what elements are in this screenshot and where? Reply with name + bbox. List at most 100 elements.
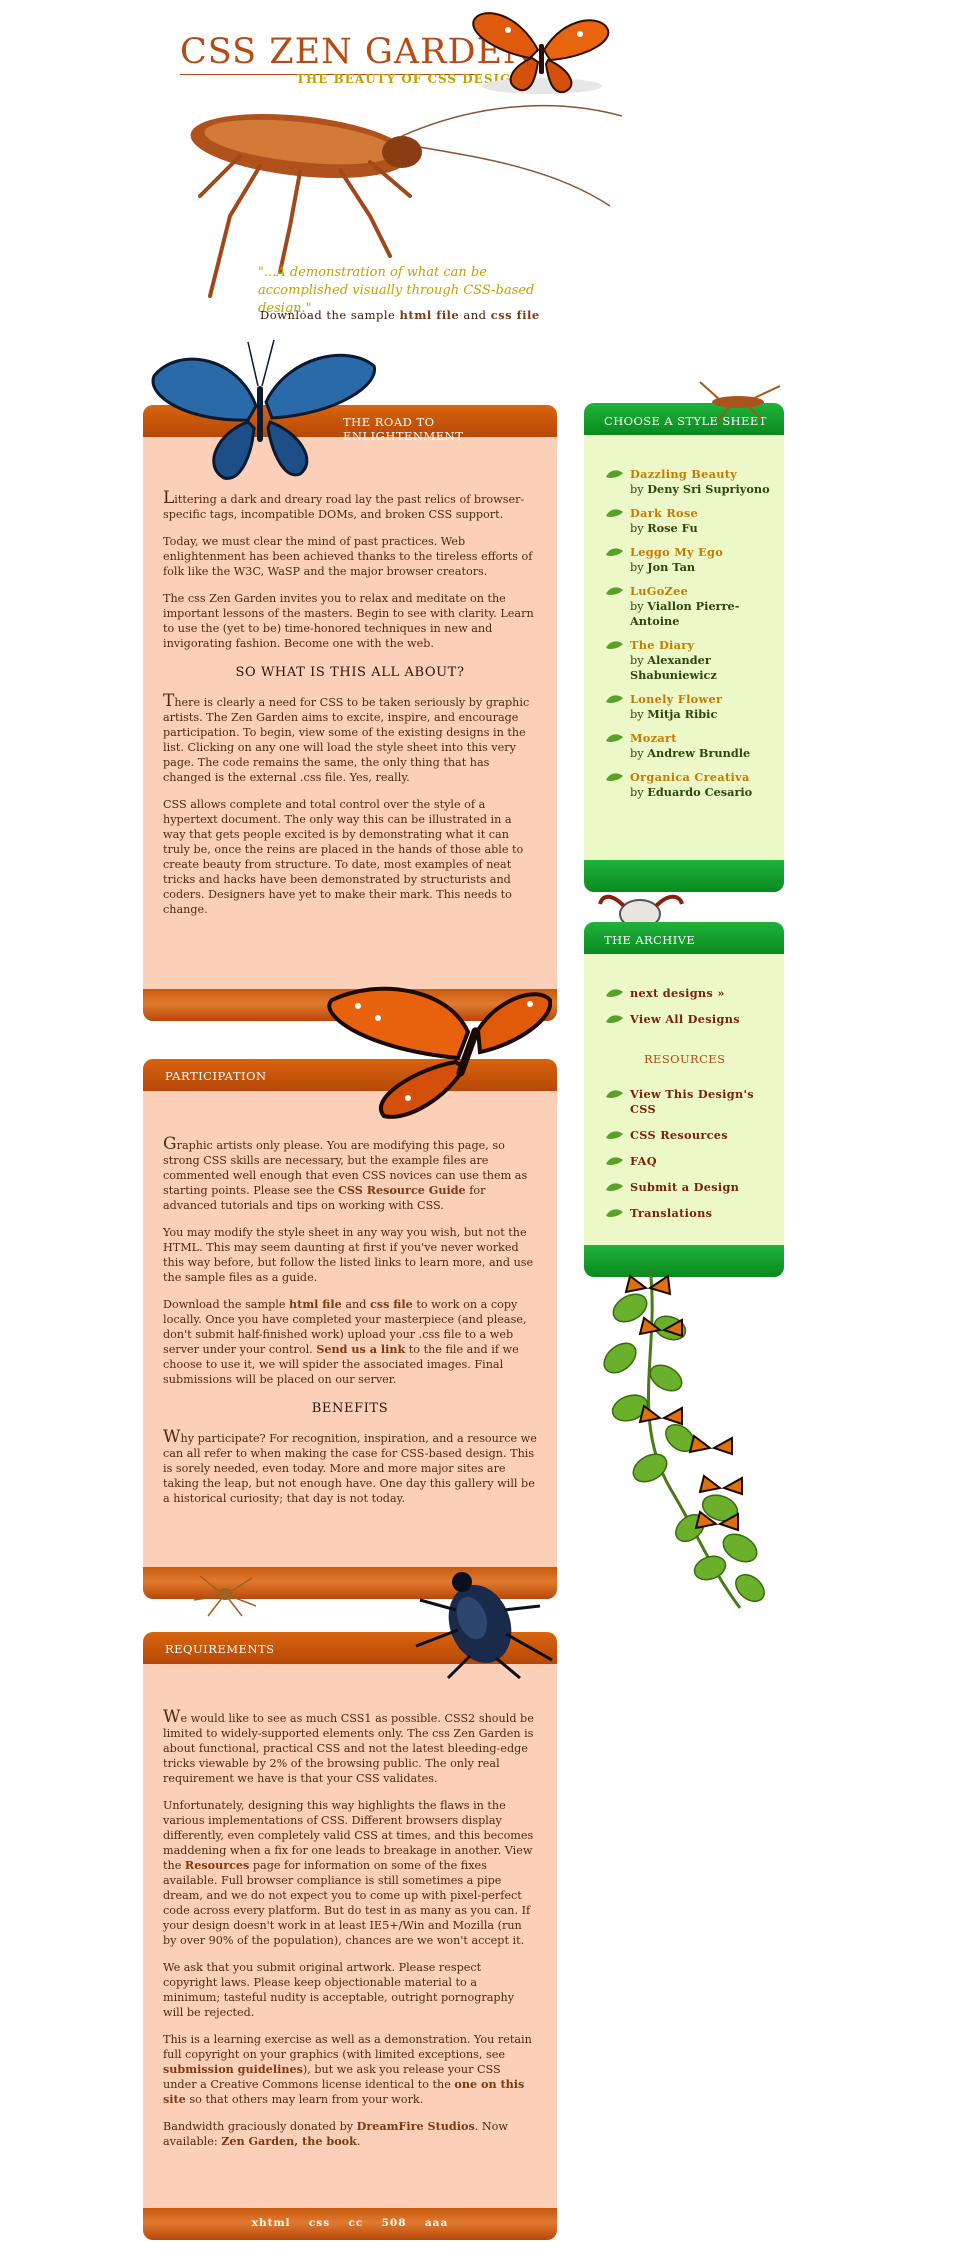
intro-paragraph-5: CSS allows complete and total control ov… <box>163 798 524 916</box>
dreamfire-link[interactable]: DreamFire Studios <box>357 2119 475 2133</box>
css-resource-guide-link[interactable]: CSS Resource Guide <box>338 1183 466 1197</box>
design-link[interactable]: Leggo My Ego <box>630 545 723 559</box>
participation-panel: PARTICIPATION Graphic artists only pleas… <box>143 1059 557 1599</box>
list-item: next designs » <box>606 986 774 1001</box>
requirements-paragraph-4: This is a learning exercise as well as a… <box>163 2032 537 2107</box>
view-css-link[interactable]: View This Design's CSS <box>630 1087 754 1116</box>
requirements-panel-footer: xhtml css cc 508 aaa <box>143 2208 557 2240</box>
requirements-paragraph-3: We ask that you submit original artwork.… <box>163 1961 515 2019</box>
css-file-link[interactable]: css file <box>491 308 540 322</box>
archive-heading: THE ARCHIVE <box>604 933 696 947</box>
sample-html-file-link[interactable]: html file <box>289 1297 342 1311</box>
designer-link[interactable]: Jon Tan <box>647 560 695 574</box>
requirements-p1-text: e would like to see as much CSS1 as poss… <box>163 1712 534 1785</box>
participation-heading: PARTICIPATION <box>165 1069 267 1083</box>
dropcap: W <box>163 1707 181 1727</box>
by-label: by <box>630 654 644 667</box>
sample-css-file-link[interactable]: css file <box>370 1297 413 1311</box>
translations-link[interactable]: Translations <box>630 1206 712 1220</box>
by-label: by <box>630 747 644 760</box>
footer-link-aaa[interactable]: aaa <box>425 2217 448 2229</box>
design-link[interactable]: Dazzling Beauty <box>630 467 737 481</box>
footer-link-css[interactable]: css <box>309 2217 330 2229</box>
list-item: Translations <box>606 1206 774 1221</box>
intro-paragraph-4: There is clearly a need for CSS to be ta… <box>163 693 537 785</box>
download-and: and <box>463 308 487 322</box>
submit-design-link[interactable]: Submit a Design <box>630 1180 739 1194</box>
list-item: Leggo My Ego by Jon Tan <box>606 545 774 575</box>
html-file-link[interactable]: html file <box>400 308 460 322</box>
list-item: FAQ <box>606 1154 774 1169</box>
design-link[interactable]: The Diary <box>630 638 694 652</box>
page-header: CSS ZEN GARDEN THE BEAUTY OF CSS DESIGN … <box>0 0 975 340</box>
leaf-icon <box>606 641 623 649</box>
list-item: View All Designs <box>606 1012 774 1027</box>
style-sheet-list: CHOOSE A STYLE SHEET Dazzling Beauty by … <box>584 403 784 892</box>
intro-paragraph-3: The css Zen Garden invites you to relax … <box>163 592 534 650</box>
leaf-icon <box>606 695 623 703</box>
intro-panel: THE ROAD TO ENLIGHTENMENT Littering a da… <box>143 405 557 1021</box>
requirements-p4c: so that others may learn from your work. <box>189 2093 424 2106</box>
css-resources-link[interactable]: CSS Resources <box>630 1128 728 1142</box>
leaf-icon <box>606 1090 623 1098</box>
designer-link[interactable]: Andrew Brundle <box>647 746 750 760</box>
zen-garden-book-link[interactable]: Zen Garden, the book <box>221 2134 357 2148</box>
design-link[interactable]: LuGoZee <box>630 584 688 598</box>
designer-link[interactable]: Viallon Pierre-Antoine <box>630 599 739 628</box>
leaf-icon <box>606 587 623 595</box>
send-link-link[interactable]: Send us a link <box>316 1342 405 1356</box>
participation-p3a: Download the sample <box>163 1298 286 1311</box>
footer-link-xhtml[interactable]: xhtml <box>252 2217 291 2229</box>
by-label: by <box>630 786 644 799</box>
by-label: by <box>630 522 644 535</box>
leaf-icon <box>606 734 623 742</box>
dropcap: W <box>163 1427 181 1447</box>
requirements-paragraph-1: We would like to see as much CSS1 as pos… <box>163 1707 537 1786</box>
by-label: by <box>630 483 644 496</box>
butterfly-blue-illustration <box>151 339 377 480</box>
requirements-heading: REQUIREMENTS <box>165 1642 275 1656</box>
faq-link[interactable]: FAQ <box>630 1154 657 1168</box>
leaf-icon <box>606 1209 623 1217</box>
list-item: View This Design's CSS <box>606 1087 774 1117</box>
leaf-icon <box>606 1157 623 1165</box>
list-item: LuGoZee by Viallon Pierre-Antoine <box>606 584 774 629</box>
participation-p4-text: hy participate? For recognition, inspira… <box>163 1432 537 1505</box>
download-line: Download the sample html file and css fi… <box>260 308 540 322</box>
requirements-paragraph-5: Bandwidth graciously donated by DreamFir… <box>163 2119 537 2149</box>
design-link[interactable]: Lonely Flower <box>630 692 722 706</box>
butterfly-orange-illustration <box>472 12 610 94</box>
designer-link[interactable]: Deny Sri Supriyono <box>647 482 769 496</box>
requirements-p2b: page for information on some of the fixe… <box>163 1859 531 1947</box>
designer-link[interactable]: Alexander Shabuniewicz <box>630 653 717 682</box>
requirements-panel: REQUIREMENTS We would like to see as muc… <box>143 1632 557 2240</box>
archive-header: THE ARCHIVE <box>584 922 784 954</box>
beetle-illustration <box>415 1572 553 1680</box>
resources-links: View This Design's CSS CSS Resources FAQ… <box>606 1087 774 1221</box>
footer-link-cc[interactable]: cc <box>348 2217 363 2229</box>
designer-link[interactable]: Rose Fu <box>647 521 697 535</box>
leaf-icon <box>606 1131 623 1139</box>
footer-link-508[interactable]: 508 <box>382 2217 407 2229</box>
leaves-with-butterflies-illustration <box>603 1268 765 1609</box>
participation-paragraph-4: Why participate? For recognition, inspir… <box>163 1427 537 1506</box>
resources-link[interactable]: Resources <box>185 1858 249 1872</box>
next-designs-link[interactable]: next designs » <box>630 986 725 1000</box>
design-link[interactable]: Dark Rose <box>630 506 698 520</box>
view-all-designs-link[interactable]: View All Designs <box>630 1012 740 1026</box>
participation-paragraph-3: Download the sample html file and css fi… <box>163 1297 537 1387</box>
intro-body: Littering a dark and dreary road lay the… <box>163 490 537 929</box>
leaf-icon <box>606 989 623 997</box>
list-item: Organica Creativa by Eduardo Cesario <box>606 770 774 800</box>
design-link[interactable]: Mozart <box>630 731 677 745</box>
designer-link[interactable]: Mitja Ribic <box>647 707 717 721</box>
list-item: Mozart by Andrew Brundle <box>606 731 774 761</box>
leaf-icon <box>606 548 623 556</box>
requirements-p4a: This is a learning exercise as well as a… <box>163 2033 532 2061</box>
designer-link[interactable]: Eduardo Cesario <box>647 785 752 799</box>
design-link[interactable]: Organica Creativa <box>630 770 750 784</box>
submission-guidelines-link[interactable]: submission guidelines <box>163 2062 303 2076</box>
list-item: Submit a Design <box>606 1180 774 1195</box>
requirements-p5c: . <box>356 2135 361 2148</box>
list-item: The Diary by Alexander Shabuniewicz <box>606 638 774 683</box>
